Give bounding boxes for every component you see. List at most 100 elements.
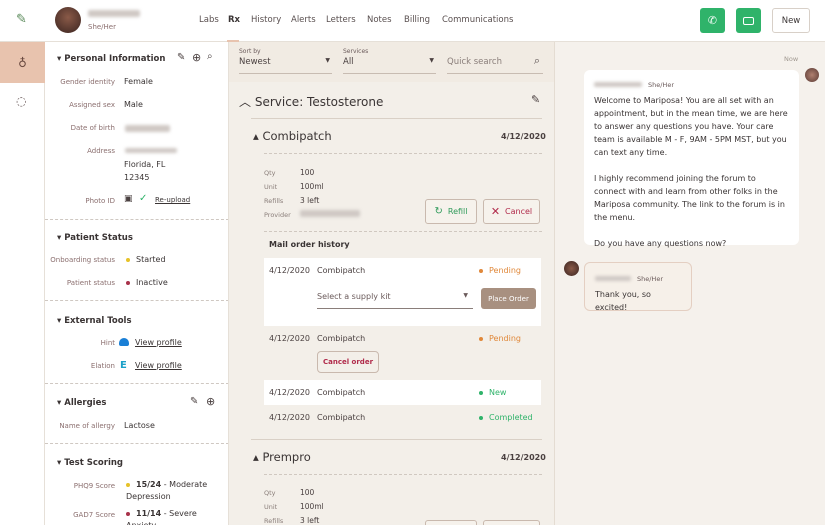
search-icon: ⌕ [533,54,540,67]
hint-view-profile-link[interactable]: View profile [135,338,182,347]
section-title: External Tools [64,316,132,326]
patient-pronouns: She/Her [88,23,116,31]
chat-message-staff: She/Her Welcome to Mariposa! You are all… [584,70,799,248]
mail-order-history-title: Mail order history [269,240,350,249]
app-logo[interactable]: ✎ [16,12,27,27]
allergy-value: Lactose [124,421,155,430]
edit-icon[interactable]: ✎ [177,52,185,63]
chevron-down-icon: ▼ [325,57,330,64]
tab-notes[interactable]: Notes [367,15,392,25]
label: Name of allergy [59,422,115,430]
refill-button[interactable]: ↻ Refill [425,199,477,224]
patient-name [88,10,140,17]
elation-view-profile-link[interactable]: View profile [135,361,182,370]
rail-item-patient[interactable]: ♁ [0,42,45,83]
cancel-button[interactable] [483,520,540,525]
cancel-button[interactable]: ✕ Cancel [483,199,540,224]
chevron-down-icon: ▼ [429,57,434,64]
dob-value [125,125,170,132]
personal-info-toggle[interactable]: ▾ Personal Information [57,54,165,64]
tab-alerts[interactable]: Alerts [291,15,316,25]
address-street [125,148,177,153]
refresh-icon: ↻ [434,206,443,217]
order-row: 4/12/2020 Combipatch Completed [269,413,533,422]
rx-details: Qty 100 Unit 100ml Refills 3 left Provider [264,166,360,222]
video-call-button[interactable] [736,8,761,33]
close-icon: ✕ [490,205,501,218]
onboarding-status: Started [126,255,166,264]
reupload-link[interactable]: Re-upload [155,196,190,204]
order-row: 4/12/2020 Combipatch Pending Cancel orde… [264,326,541,382]
service-title: Service: Testosterone [254,95,384,109]
staff-avatar [805,68,819,82]
rx-prempro-toggle[interactable]: ▴ Prempro [253,450,311,464]
service-toggle[interactable]: ︿ Service: Testosterone [239,93,383,110]
place-order-button[interactable]: Place Order [481,288,536,309]
add-icon[interactable]: ⊕ [192,51,201,64]
new-button[interactable]: New [772,8,810,33]
check-icon: ✓ [139,193,148,204]
camera-icon[interactable]: ▣ [124,194,133,204]
label: Address [87,147,115,155]
section-title: Personal Information [64,54,166,64]
edit-icon[interactable]: ✎ [190,396,198,407]
label: Hint [100,339,115,347]
divider [45,443,228,444]
tab-billing[interactable]: Billing [404,15,430,25]
label: Patient status [66,279,115,287]
tab-labs[interactable]: Labs [199,15,219,25]
rail-item-chat[interactable]: ◌ [16,94,26,108]
quick-search-input[interactable]: Quick search ⌕ [447,54,543,74]
section-title: Test Scoring [64,458,123,468]
label: PHQ9 Score [73,482,115,490]
label: Onboarding status [50,256,115,264]
test-scoring-toggle[interactable]: ▾ Test Scoring [57,458,123,468]
section-title: Allergies [64,398,107,408]
tab-letters[interactable]: Letters [326,15,356,25]
divider [45,300,228,301]
tab-history[interactable]: History [251,15,281,25]
gad7-score: 11/14 - Severe Anxiety [126,508,216,525]
divider [45,219,228,220]
gender-value: Female [124,77,153,86]
label: Assigned sex [69,101,115,109]
address-city: Florida, FL [124,160,166,169]
video-icon [743,16,754,25]
refill-button[interactable] [425,520,477,525]
allergies-toggle[interactable]: ▾ Allergies [57,398,106,408]
supply-kit-select[interactable]: Select a supply kit ▼ [317,292,473,309]
sort-select[interactable]: Newest ▼ [239,57,332,74]
label: Date of birth [70,124,115,132]
services-select[interactable]: All ▼ [343,57,436,74]
patient-status-toggle[interactable]: ▾ Patient Status [57,233,133,243]
rx-combipatch-toggle[interactable]: ▴ Combipatch [253,129,332,143]
hint-cloud-icon [119,338,129,346]
rx-panel: Sort by Newest ▼ Services All ▼ Quick sear… [229,42,554,525]
cancel-order-button[interactable]: Cancel order [317,351,379,373]
patient-avatar [564,261,579,276]
external-tools-toggle[interactable]: ▾ External Tools [57,316,132,326]
call-button[interactable]: ✆ [700,8,725,33]
tab-communications[interactable]: Communications [442,15,513,25]
services-label: Services [343,48,369,55]
divider [45,383,228,384]
avatar[interactable] [55,7,81,33]
address-zip: 12345 [124,173,150,182]
chevron-up-icon: ︿ [239,95,252,109]
order-row: 4/12/2020 Combipatch New [264,380,541,405]
label: Photo ID [85,197,115,205]
add-icon[interactable]: ⊕ [206,395,215,408]
divider [264,153,542,154]
patient-status: Inactive [126,278,168,287]
rx-details: Qty 100 Unit 100ml Refills 3 left [264,488,324,525]
edit-icon[interactable]: ✎ [531,93,540,106]
chevron-down-icon: ▼ [463,292,468,299]
label: GAD7 Score [73,511,115,519]
phone-icon: ✆ [707,14,718,27]
section-title: Patient Status [64,233,133,243]
message-time: Now [784,55,799,63]
divider [264,231,542,232]
tab-rx[interactable]: Rx [228,15,240,25]
rx-date: 4/12/2020 [501,453,546,462]
search-icon[interactable]: ⌕ [207,51,213,62]
